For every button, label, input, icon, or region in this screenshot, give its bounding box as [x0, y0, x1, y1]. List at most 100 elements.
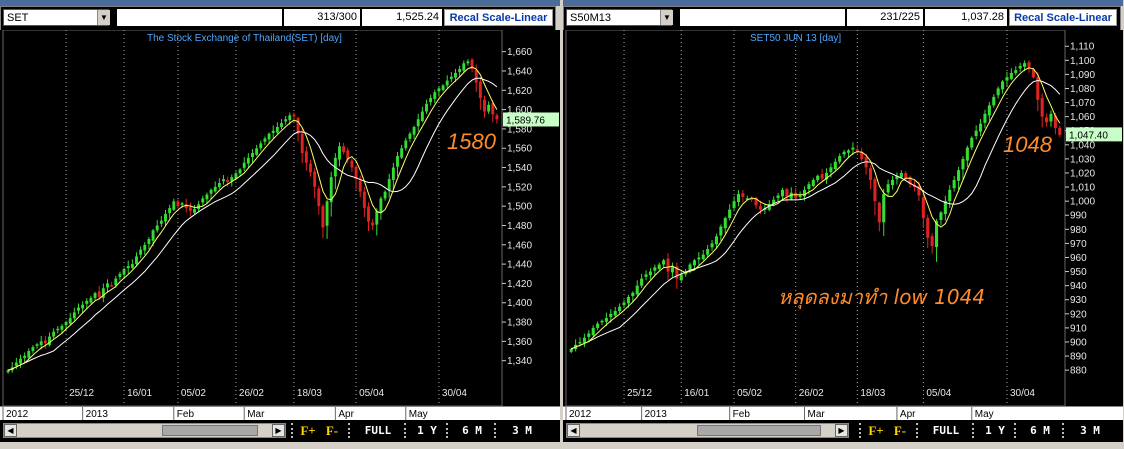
candle-body	[983, 113, 987, 123]
candle-body	[604, 318, 608, 322]
candle-body	[6, 370, 10, 373]
scroll-left-icon[interactable]: ◀	[567, 424, 580, 437]
candle-body	[139, 249, 143, 255]
y-tick-label: 1,380	[507, 318, 532, 329]
candle-body	[952, 180, 956, 189]
candle-body	[338, 146, 341, 160]
candle-body	[1009, 72, 1013, 79]
candle-body	[851, 147, 855, 150]
price-annotation: 1048	[1003, 132, 1053, 157]
one-year-button[interactable]: 1 Y	[404, 423, 444, 438]
y-tick-label: 1,560	[507, 144, 532, 155]
candle-body	[939, 212, 943, 221]
candle-body	[188, 207, 192, 211]
x-tick-label: 05/04	[926, 388, 951, 399]
three-month-button[interactable]: 3 M	[494, 423, 544, 438]
y-tick-label: 1,620	[507, 86, 532, 97]
candle-body	[820, 174, 824, 179]
candle-body	[596, 323, 600, 328]
symbol-select[interactable]: S50M13	[566, 9, 672, 26]
zoom-in-button[interactable]: F+	[291, 423, 319, 438]
candle-body	[732, 201, 736, 208]
candle-body	[957, 170, 961, 181]
candle-body	[890, 180, 895, 186]
candle-body	[213, 186, 217, 192]
candle-body	[578, 341, 582, 344]
six-month-button[interactable]: 6 M	[446, 423, 492, 438]
candle-body	[246, 157, 250, 164]
x-tick-label: 16/01	[684, 388, 709, 399]
candle-body	[886, 184, 890, 193]
bar-counter: 313/300	[284, 9, 360, 26]
time-axis-bar: 2012 2013 Feb Mar Apr May	[0, 406, 560, 420]
one-year-button[interactable]: 1 Y	[972, 423, 1012, 438]
candle-body	[904, 172, 908, 179]
candle-body	[280, 123, 283, 127]
candle-body	[657, 264, 661, 270]
candle-body	[478, 81, 482, 99]
horizontal-scrollbar[interactable]: ◀ ▶	[566, 423, 849, 438]
chart-area[interactable]: 880 890 900 910 920 930 940 950 960 970 980 990 1,00…	[563, 30, 1123, 406]
candle-body	[653, 267, 657, 271]
zoom-in-button[interactable]: F+	[859, 423, 887, 438]
y-tick-label: 1,040	[1070, 140, 1095, 151]
candle-body	[802, 189, 807, 197]
candle-body	[317, 188, 321, 207]
scroll-right-icon[interactable]: ▶	[272, 424, 285, 437]
scroll-thumb[interactable]	[697, 425, 821, 436]
candle-body	[176, 201, 180, 207]
candle-body	[325, 201, 329, 226]
candle-body	[710, 243, 714, 248]
y-tick-label: 970	[1070, 239, 1087, 250]
month-label: 2012	[569, 409, 592, 420]
recal-scale-button[interactable]: Recal Scale-Linear	[1009, 9, 1117, 26]
candle-body	[591, 327, 595, 336]
candle-body	[758, 206, 763, 210]
candle-body	[56, 328, 60, 331]
chevron-down-icon[interactable]: ▼	[660, 10, 673, 25]
chart-area[interactable]: 1,340 1,360 1,380 1,400 1,420 1,440 1,460 1,480…	[0, 30, 560, 406]
candle-body	[842, 151, 846, 155]
full-range-button[interactable]: FULL	[348, 423, 402, 438]
y-tick-label: 950	[1070, 267, 1087, 278]
six-month-button[interactable]: 6 M	[1014, 423, 1060, 438]
candle-body	[692, 260, 696, 266]
zoom-out-button[interactable]: F-	[885, 423, 911, 438]
candle-body	[375, 211, 379, 225]
candle-body	[495, 115, 499, 120]
candle-body	[404, 140, 408, 149]
scroll-right-icon[interactable]: ▶	[835, 424, 848, 437]
x-tick-label: 18/03	[297, 388, 322, 399]
candle-body	[371, 222, 375, 226]
y-tick-label: 940	[1070, 281, 1087, 292]
three-month-button[interactable]: 3 M	[1062, 423, 1112, 438]
candle-body	[425, 103, 428, 112]
full-range-button[interactable]: FULL	[916, 423, 970, 438]
candle-body	[114, 278, 118, 286]
candle-body	[217, 182, 221, 187]
scroll-left-icon[interactable]: ◀	[4, 424, 17, 437]
month-labels: 2012 2013 Feb Mar Apr May	[565, 407, 994, 420]
candle-body	[582, 337, 586, 343]
candle-body	[780, 189, 785, 197]
scroll-thumb[interactable]	[162, 425, 258, 436]
candle-body	[736, 194, 741, 202]
recal-scale-button[interactable]: Recal Scale-Linear	[444, 9, 553, 26]
candle-body	[776, 195, 780, 199]
candle-body	[1001, 81, 1005, 90]
candle-body	[807, 184, 811, 190]
candle-body	[159, 220, 163, 224]
candle-body	[85, 300, 89, 304]
candle-body	[193, 209, 196, 213]
x-tick-label: 05/04	[359, 388, 384, 399]
candle-body	[396, 155, 399, 167]
candle-body	[626, 296, 630, 304]
horizontal-scrollbar[interactable]: ◀ ▶	[3, 423, 286, 438]
candle-body	[400, 148, 404, 158]
candle-body	[961, 158, 965, 170]
symbol-select[interactable]: SET	[3, 9, 109, 26]
chevron-down-icon[interactable]: ▼	[97, 10, 110, 25]
candle-body	[251, 153, 254, 158]
candle-body	[613, 310, 617, 316]
zoom-out-button[interactable]: F-	[317, 423, 343, 438]
